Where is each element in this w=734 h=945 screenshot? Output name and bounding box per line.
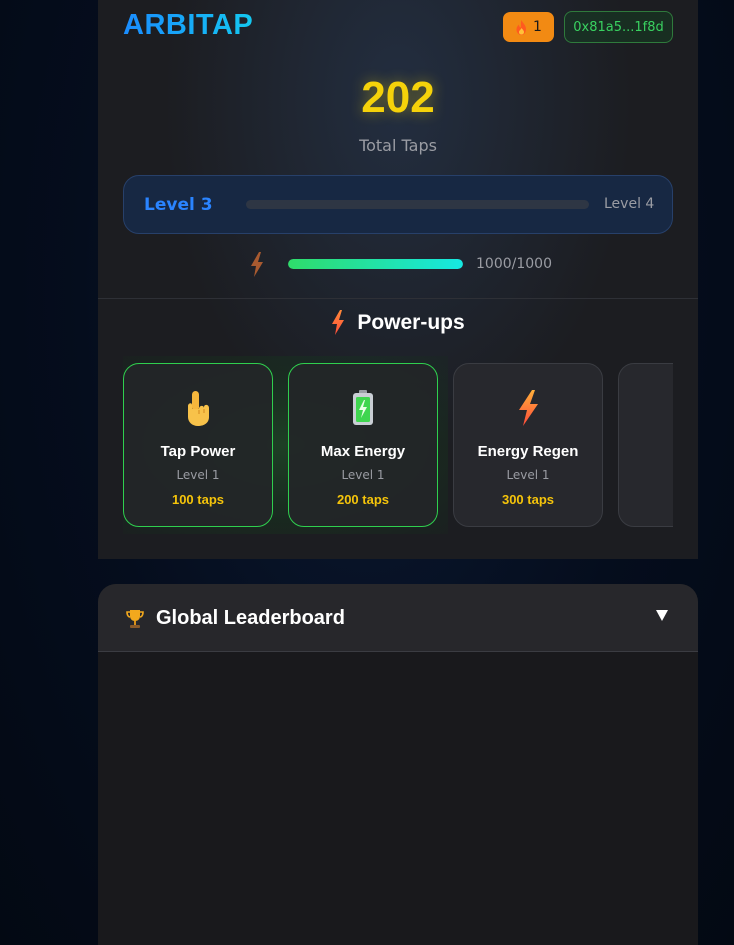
game-panel: ARBITAP 1 0x81a5...1f8d 202 Total Taps L… (98, 0, 698, 559)
powerup-level: Level 1 (341, 468, 385, 482)
streak-badge[interactable]: 1 (503, 12, 554, 42)
wallet-address-button[interactable]: 0x81a5...1f8d (564, 11, 673, 43)
streak-count: 1 (533, 19, 542, 35)
energy-value: 1000/1000 (476, 256, 552, 272)
leaderboard-panel: Global Leaderboard (98, 584, 698, 945)
powerup-name: Tap Power (160, 443, 236, 460)
next-level-label: Level 4 (604, 196, 655, 212)
energy-bar (288, 259, 463, 269)
lightning-icon (251, 252, 263, 277)
powerup-name: A (619, 443, 673, 460)
powerup-level: Level 1 (176, 468, 220, 482)
powerups-title: Power-ups (357, 310, 465, 334)
powerup-card-energy-regen[interactable]: Energy Regen Level 1 300 taps (453, 363, 603, 527)
leaderboard-title: Global Leaderboard (156, 607, 345, 629)
powerup-level: Level 1 (506, 468, 550, 482)
fire-icon (516, 19, 527, 35)
powerup-name: Max Energy (320, 443, 406, 460)
trophy-icon (126, 610, 144, 628)
powerup-cost: 100 taps (171, 492, 225, 507)
app-logo: ARBITAP (123, 9, 254, 41)
battery-icon (353, 390, 373, 425)
total-taps-label: Total Taps (359, 136, 437, 155)
triangle-down-icon[interactable] (655, 608, 669, 622)
lightning-icon (519, 390, 538, 426)
lightning-icon (332, 310, 345, 335)
powerup-cost: 300 taps (501, 492, 555, 507)
powerup-card-tap-power[interactable]: Tap Power Level 1 100 taps (123, 363, 273, 527)
current-level-label: Level 3 (144, 195, 213, 215)
powerup-card-max-energy[interactable]: Max Energy Level 1 200 taps (288, 363, 438, 527)
pointing-hand-icon (188, 391, 209, 426)
energy-bar-fill (288, 259, 463, 269)
powerup-cost: 200 taps (336, 492, 390, 507)
powerup-card-partial[interactable]: A 1. (618, 363, 673, 527)
level-progress-card: Level 3 Level 4 (123, 175, 673, 234)
powerups-heading: Power-ups (98, 310, 698, 335)
leaderboard-header[interactable]: Global Leaderboard (98, 584, 698, 652)
section-divider (98, 298, 698, 299)
powerup-cost: 1. (619, 492, 673, 507)
level-progress-bar (246, 200, 589, 209)
powerups-carousel[interactable]: Tap Power Level 1 100 taps Max Energy Le… (123, 356, 673, 534)
powerup-name: Energy Regen (477, 443, 579, 460)
total-taps-count: 202 (361, 73, 435, 122)
